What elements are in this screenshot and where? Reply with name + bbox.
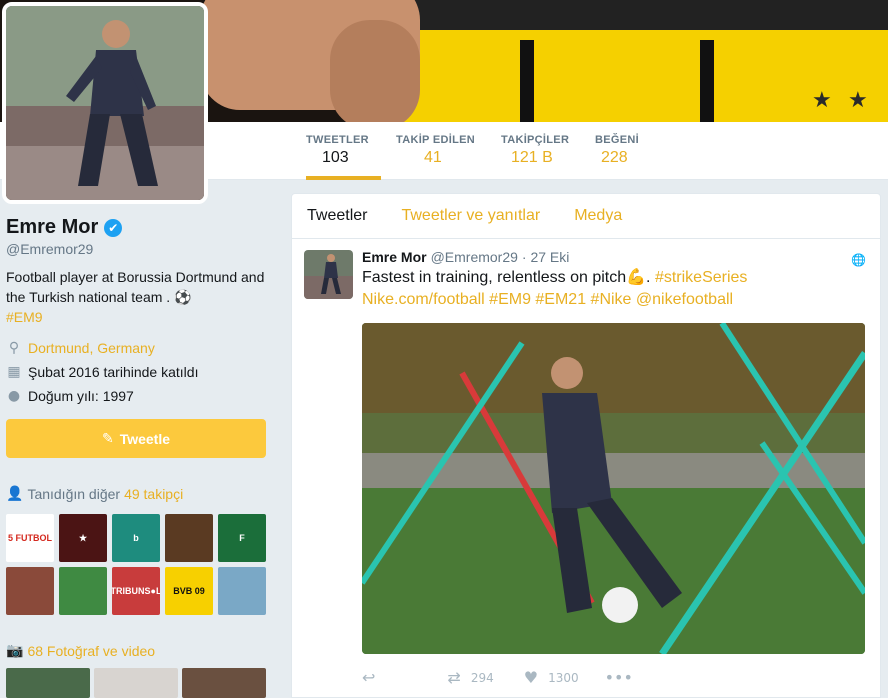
- bio-text: Football player at Borussia Dortmund and…: [6, 269, 265, 305]
- reply-button[interactable]: ↩: [362, 668, 385, 687]
- follower-avatar[interactable]: b: [112, 514, 160, 562]
- timeline: Tweetler Tweetler ve yanıtlar Medya 🌐 Em…: [291, 193, 881, 698]
- location-pin-icon: ⚲: [8, 340, 20, 356]
- heart-icon: ♥: [523, 668, 539, 687]
- photo-thumb[interactable]: [6, 668, 90, 698]
- follower-avatar[interactable]: [218, 567, 266, 615]
- retweet-icon: ⇄: [447, 668, 461, 687]
- nav-tweets-count: 103: [322, 149, 349, 166]
- profile-handle[interactable]: @Emremor29: [6, 241, 270, 257]
- profile-bio: Football player at Borussia Dortmund and…: [6, 267, 270, 327]
- follower-avatar[interactable]: ★: [59, 514, 107, 562]
- retweet-button[interactable]: ⇄ 294: [447, 668, 493, 687]
- profile-avatar[interactable]: [2, 2, 208, 204]
- nav-likes[interactable]: BEĞENİ 228: [595, 122, 655, 180]
- tab-media[interactable]: Medya: [574, 207, 622, 225]
- verified-badge-icon: ✔: [104, 218, 123, 237]
- nav-tweets-label: TWEETLER: [306, 134, 369, 146]
- location-link[interactable]: Dortmund, Germany: [28, 340, 155, 356]
- banner-stripe: [520, 40, 534, 122]
- nav-tweets[interactable]: TWEETLER 103: [306, 122, 381, 180]
- training-photo: [362, 323, 865, 654]
- bio-hashtag[interactable]: #EM9: [6, 309, 43, 325]
- tweet-text-plain: Fastest in training, relentless on pitch…: [362, 269, 655, 286]
- tweet-avatar[interactable]: [304, 250, 353, 299]
- tweet[interactable]: 🌐 Emre Mor @Emremor29 · 27 Eki Fastest i…: [292, 239, 880, 697]
- balloon-icon: ●: [7, 388, 21, 404]
- follower-grid: 5 FUTBOL ★ b F TRIBUNS●L BVB 09: [6, 514, 268, 615]
- tweet-body: Emre Mor @Emremor29 · 27 Eki Fastest in …: [362, 249, 868, 687]
- photo-thumb[interactable]: [182, 668, 266, 698]
- tweet-author-handle[interactable]: @Emremor29: [431, 249, 518, 265]
- nav-followers-count: 121 B: [511, 149, 553, 166]
- photo-thumb[interactable]: [94, 668, 178, 698]
- photos-label: 68 Fotoğraf ve video: [27, 643, 156, 659]
- profile-card: Emre Mor ✔ @Emremor29 Football player at…: [6, 216, 270, 405]
- nav-following[interactable]: TAKİP EDİLEN 41: [396, 122, 486, 180]
- banner-collar: [380, 0, 888, 30]
- user-icon: 👤: [6, 486, 24, 502]
- timeline-tabs: Tweetler Tweetler ve yanıtlar Medya: [292, 194, 880, 239]
- tweet-author-name[interactable]: Emre Mor: [362, 249, 427, 265]
- nav-followers-label: TAKİPÇİLER: [501, 134, 570, 146]
- followers-you-know-header: 👤 Tanıdığın diğer 49 takipçi: [6, 486, 183, 502]
- tweet-links-line[interactable]: Nike.com/football #EM9 #EM21 #Nike @nike…: [362, 291, 733, 308]
- photos-header[interactable]: 📷 68 Fotoğraf ve video: [6, 643, 155, 659]
- tweet-actions: ↩ ⇄ 294 ♥ 1300 •••: [362, 668, 868, 687]
- tweet-timestamp[interactable]: · 27 Eki: [522, 249, 569, 265]
- follower-avatar[interactable]: TRIBUNS●L: [112, 567, 160, 615]
- follower-avatar[interactable]: BVB 09: [165, 567, 213, 615]
- tweet-hashtag[interactable]: #strikeSeries: [655, 269, 747, 286]
- nav-likes-count: 228: [601, 149, 628, 166]
- banner-hand: [330, 20, 420, 122]
- compose-icon: ✎: [101, 430, 114, 447]
- follower-avatar[interactable]: [59, 567, 107, 615]
- more-button[interactable]: •••: [605, 668, 643, 687]
- more-icon: •••: [604, 668, 633, 687]
- like-button[interactable]: ♥ 1300: [524, 668, 579, 687]
- tweet-avatar-photo: [304, 250, 353, 299]
- tweet-text: Fastest in training, relentless on pitch…: [362, 267, 868, 311]
- joined-row: ▦ Şubat 2016 tarihinde katıldı: [6, 363, 270, 381]
- nav-following-count: 41: [424, 149, 442, 166]
- birth-row: ● Doğum yılı: 1997: [6, 387, 270, 405]
- avatar-photo: [6, 6, 204, 200]
- retweet-count: 294: [470, 670, 494, 685]
- profile-name: Emre Mor: [6, 216, 99, 238]
- follower-avatar[interactable]: [6, 567, 54, 615]
- follower-avatar[interactable]: 5 FUTBOL: [6, 514, 54, 562]
- calendar-icon: ▦: [7, 364, 21, 380]
- photo-strip: [6, 668, 266, 698]
- tweet-media-photo[interactable]: [362, 323, 865, 654]
- tab-tweets-replies[interactable]: Tweetler ve yanıtlar: [401, 207, 540, 225]
- profile-name-row: Emre Mor ✔: [6, 216, 270, 239]
- star-icon: ★: [812, 88, 832, 113]
- location-row: ⚲ Dortmund, Germany: [6, 339, 270, 357]
- birth-text: Doğum yılı: 1997: [28, 388, 134, 404]
- tweet-to-button[interactable]: ✎ Tweetle: [6, 419, 266, 458]
- followers-you-know-prefix: Tanıdığın diğer: [27, 486, 121, 502]
- tab-tweets[interactable]: Tweetler: [307, 207, 367, 225]
- joined-text: Şubat 2016 tarihinde katıldı: [28, 364, 199, 380]
- banner-stripe: [700, 40, 714, 122]
- globe-icon: 🌐: [851, 253, 866, 267]
- nav-likes-label: BEĞENİ: [595, 134, 639, 146]
- star-icon: ★: [848, 88, 868, 113]
- like-count: 1300: [548, 670, 579, 685]
- follower-avatar[interactable]: F: [218, 514, 266, 562]
- camera-icon: 📷: [6, 643, 24, 659]
- followers-you-know-link[interactable]: 49 takipçi: [124, 486, 183, 502]
- tweet-header: Emre Mor @Emremor29 · 27 Eki: [362, 249, 868, 265]
- follower-avatar[interactable]: [165, 514, 213, 562]
- nav-following-label: TAKİP EDİLEN: [396, 134, 475, 146]
- tweet-to-label: Tweetle: [119, 430, 171, 447]
- reply-icon: ↩: [362, 668, 376, 687]
- nav-followers[interactable]: TAKİPÇİLER 121 B: [501, 122, 581, 180]
